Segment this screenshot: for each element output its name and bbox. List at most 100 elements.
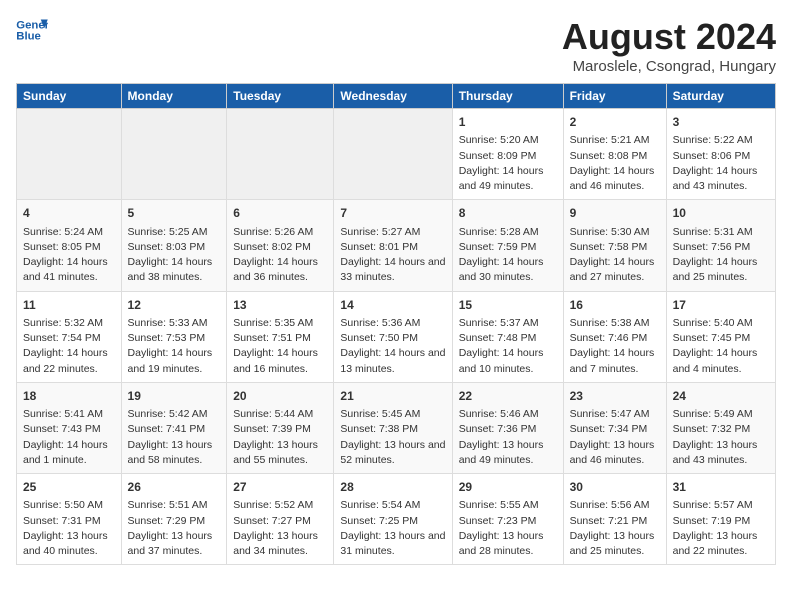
calendar-day-cell: 18Sunrise: 5:41 AMSunset: 7:43 PMDayligh… — [17, 382, 122, 473]
day-info-line: Sunset: 7:41 PM — [128, 422, 221, 437]
day-info-line: Sunrise: 5:46 AM — [459, 407, 557, 422]
day-info-line: Daylight: 13 hours and 40 minutes. — [23, 529, 115, 559]
calendar-day-cell: 3Sunrise: 5:22 AMSunset: 8:06 PMDaylight… — [666, 109, 775, 200]
calendar-day-cell: 31Sunrise: 5:57 AMSunset: 7:19 PMDayligh… — [666, 474, 775, 565]
day-info-line: Sunset: 8:01 PM — [340, 240, 445, 255]
calendar-day-cell: 17Sunrise: 5:40 AMSunset: 7:45 PMDayligh… — [666, 291, 775, 382]
calendar-week-row: 18Sunrise: 5:41 AMSunset: 7:43 PMDayligh… — [17, 382, 776, 473]
day-info-line: Sunrise: 5:28 AM — [459, 225, 557, 240]
calendar-day-cell: 12Sunrise: 5:33 AMSunset: 7:53 PMDayligh… — [121, 291, 227, 382]
day-info-line: Daylight: 13 hours and 43 minutes. — [673, 438, 769, 468]
day-info-line: Sunrise: 5:52 AM — [233, 498, 327, 513]
day-info-line: Daylight: 14 hours and 33 minutes. — [340, 255, 445, 285]
day-number: 25 — [23, 479, 115, 496]
day-info-line: Sunrise: 5:47 AM — [570, 407, 660, 422]
calendar-day-cell: 20Sunrise: 5:44 AMSunset: 7:39 PMDayligh… — [227, 382, 334, 473]
day-info-line: Sunrise: 5:35 AM — [233, 316, 327, 331]
day-info-line: Sunset: 8:05 PM — [23, 240, 115, 255]
day-info-line: Sunrise: 5:37 AM — [459, 316, 557, 331]
day-number: 29 — [459, 479, 557, 496]
day-of-week-header: Friday — [563, 84, 666, 109]
day-info-line: Sunset: 7:36 PM — [459, 422, 557, 437]
day-info-line: Sunset: 7:34 PM — [570, 422, 660, 437]
day-info-line: Sunrise: 5:38 AM — [570, 316, 660, 331]
calendar-week-row: 4Sunrise: 5:24 AMSunset: 8:05 PMDaylight… — [17, 200, 776, 291]
day-of-week-header: Monday — [121, 84, 227, 109]
day-info-line: Sunrise: 5:36 AM — [340, 316, 445, 331]
day-number: 11 — [23, 297, 115, 314]
calendar-day-cell: 8Sunrise: 5:28 AMSunset: 7:59 PMDaylight… — [452, 200, 563, 291]
day-info-line: Daylight: 14 hours and 4 minutes. — [673, 346, 769, 376]
day-info-line: Sunrise: 5:49 AM — [673, 407, 769, 422]
calendar-week-row: 25Sunrise: 5:50 AMSunset: 7:31 PMDayligh… — [17, 474, 776, 565]
day-info-line: Sunset: 7:25 PM — [340, 514, 445, 529]
day-info-line: Sunset: 7:21 PM — [570, 514, 660, 529]
day-info-line: Sunset: 8:03 PM — [128, 240, 221, 255]
day-info-line: Sunrise: 5:57 AM — [673, 498, 769, 513]
calendar-day-cell: 13Sunrise: 5:35 AMSunset: 7:51 PMDayligh… — [227, 291, 334, 382]
calendar-week-row: 11Sunrise: 5:32 AMSunset: 7:54 PMDayligh… — [17, 291, 776, 382]
day-info-line: Sunset: 7:43 PM — [23, 422, 115, 437]
day-number: 28 — [340, 479, 445, 496]
calendar-day-cell: 6Sunrise: 5:26 AMSunset: 8:02 PMDaylight… — [227, 200, 334, 291]
day-info-line: Sunrise: 5:26 AM — [233, 225, 327, 240]
day-info-line: Daylight: 14 hours and 13 minutes. — [340, 346, 445, 376]
day-info-line: Daylight: 14 hours and 46 minutes. — [570, 164, 660, 194]
title-area: August 2024 Maroslele, Csongrad, Hungary — [562, 16, 776, 75]
day-number: 27 — [233, 479, 327, 496]
day-info-line: Sunrise: 5:22 AM — [673, 133, 769, 148]
day-info-line: Sunrise: 5:56 AM — [570, 498, 660, 513]
day-info-line: Daylight: 14 hours and 30 minutes. — [459, 255, 557, 285]
day-info-line: Sunrise: 5:20 AM — [459, 133, 557, 148]
day-info-line: Daylight: 13 hours and 37 minutes. — [128, 529, 221, 559]
logo-icon: General Blue — [16, 16, 48, 44]
day-number: 19 — [128, 388, 221, 405]
calendar-day-cell: 7Sunrise: 5:27 AMSunset: 8:01 PMDaylight… — [334, 200, 452, 291]
calendar-day-cell: 5Sunrise: 5:25 AMSunset: 8:03 PMDaylight… — [121, 200, 227, 291]
day-info-line: Sunset: 7:50 PM — [340, 331, 445, 346]
day-info-line: Daylight: 14 hours and 1 minute. — [23, 438, 115, 468]
day-info-line: Sunset: 7:31 PM — [23, 514, 115, 529]
day-info-line: Sunset: 7:53 PM — [128, 331, 221, 346]
day-info-line: Sunrise: 5:25 AM — [128, 225, 221, 240]
day-info-line: Daylight: 14 hours and 22 minutes. — [23, 346, 115, 376]
day-info-line: Sunset: 7:48 PM — [459, 331, 557, 346]
day-info-line: Daylight: 14 hours and 16 minutes. — [233, 346, 327, 376]
calendar-day-cell: 28Sunrise: 5:54 AMSunset: 7:25 PMDayligh… — [334, 474, 452, 565]
day-info-line: Daylight: 13 hours and 49 minutes. — [459, 438, 557, 468]
day-header-row: SundayMondayTuesdayWednesdayThursdayFrid… — [17, 84, 776, 109]
day-number: 1 — [459, 114, 557, 131]
day-info-line: Sunrise: 5:30 AM — [570, 225, 660, 240]
calendar-day-cell — [17, 109, 122, 200]
day-info-line: Sunrise: 5:44 AM — [233, 407, 327, 422]
day-info-line: Sunset: 7:51 PM — [233, 331, 327, 346]
day-info-line: Sunset: 7:45 PM — [673, 331, 769, 346]
day-info-line: Daylight: 14 hours and 38 minutes. — [128, 255, 221, 285]
day-info-line: Daylight: 14 hours and 36 minutes. — [233, 255, 327, 285]
calendar-day-cell: 15Sunrise: 5:37 AMSunset: 7:48 PMDayligh… — [452, 291, 563, 382]
day-info-line: Daylight: 14 hours and 19 minutes. — [128, 346, 221, 376]
day-number: 14 — [340, 297, 445, 314]
calendar-day-cell: 26Sunrise: 5:51 AMSunset: 7:29 PMDayligh… — [121, 474, 227, 565]
day-of-week-header: Saturday — [666, 84, 775, 109]
calendar-table: SundayMondayTuesdayWednesdayThursdayFrid… — [16, 83, 776, 565]
calendar-day-cell — [121, 109, 227, 200]
day-info-line: Sunrise: 5:21 AM — [570, 133, 660, 148]
day-info-line: Sunrise: 5:32 AM — [23, 316, 115, 331]
day-info-line: Sunset: 7:39 PM — [233, 422, 327, 437]
day-info-line: Sunrise: 5:50 AM — [23, 498, 115, 513]
calendar-day-cell: 29Sunrise: 5:55 AMSunset: 7:23 PMDayligh… — [452, 474, 563, 565]
day-info-line: Daylight: 13 hours and 52 minutes. — [340, 438, 445, 468]
day-of-week-header: Thursday — [452, 84, 563, 109]
day-number: 8 — [459, 205, 557, 222]
day-number: 3 — [673, 114, 769, 131]
day-number: 20 — [233, 388, 327, 405]
header: General Blue August 2024 Maroslele, Cson… — [16, 16, 776, 75]
calendar-day-cell: 11Sunrise: 5:32 AMSunset: 7:54 PMDayligh… — [17, 291, 122, 382]
day-number: 22 — [459, 388, 557, 405]
day-info-line: Daylight: 13 hours and 31 minutes. — [340, 529, 445, 559]
day-number: 6 — [233, 205, 327, 222]
day-info-line: Sunrise: 5:27 AM — [340, 225, 445, 240]
day-info-line: Sunset: 7:46 PM — [570, 331, 660, 346]
day-info-line: Daylight: 13 hours and 34 minutes. — [233, 529, 327, 559]
